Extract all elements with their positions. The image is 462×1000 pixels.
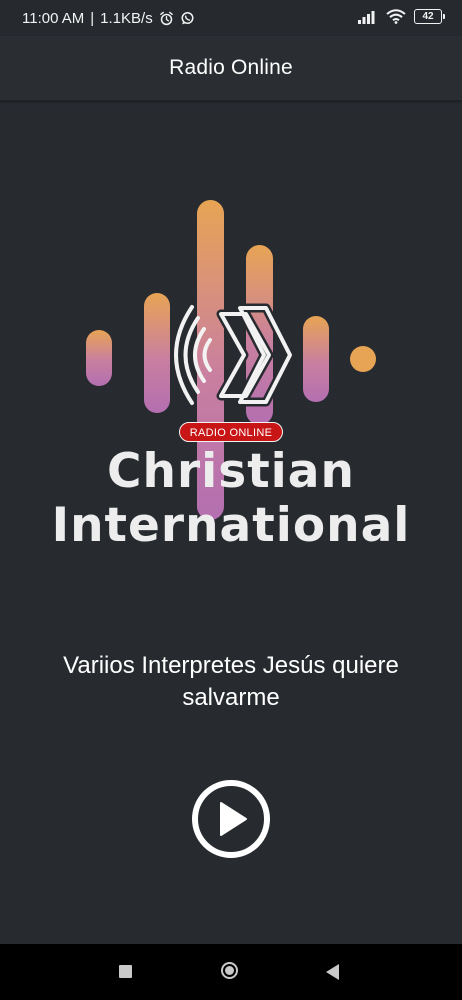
logo-text-international: International bbox=[51, 498, 411, 553]
battery-icon: 42 bbox=[414, 9, 445, 24]
status-network-speed: 1.1KB/s bbox=[100, 10, 153, 27]
status-separator: | bbox=[90, 10, 95, 27]
track-title: Variios Interpretes Jesús quiere salvarm… bbox=[63, 652, 399, 711]
logo-text-christian: Christian bbox=[107, 444, 355, 499]
station-logo: RADIO ONLINE Christian International bbox=[40, 190, 422, 570]
play-icon bbox=[192, 780, 270, 858]
wifi-icon bbox=[386, 9, 406, 24]
app-bar: Radio Online bbox=[0, 36, 462, 101]
status-bar: 11:00 AM | 1.1KB/s 42 bbox=[0, 0, 462, 36]
status-time: 11:00 AM bbox=[22, 10, 85, 27]
back-icon[interactable] bbox=[326, 964, 339, 980]
app-title: Radio Online bbox=[169, 56, 293, 79]
recents-icon[interactable] bbox=[119, 965, 132, 978]
radio-online-badge: RADIO ONLINE bbox=[179, 422, 283, 442]
status-left: 11:00 AM | 1.1KB/s bbox=[22, 10, 195, 27]
play-button[interactable] bbox=[191, 779, 271, 859]
signal-icon bbox=[358, 10, 375, 24]
system-nav-bar bbox=[0, 944, 462, 1000]
status-right: 42 bbox=[358, 9, 445, 24]
home-icon[interactable] bbox=[221, 962, 238, 979]
battery-level: 42 bbox=[422, 11, 434, 22]
app-screen: 11:00 AM | 1.1KB/s 42 Radio Online RADIO… bbox=[0, 0, 462, 1000]
whatsapp-icon bbox=[181, 12, 194, 25]
alarm-icon bbox=[159, 11, 173, 26]
